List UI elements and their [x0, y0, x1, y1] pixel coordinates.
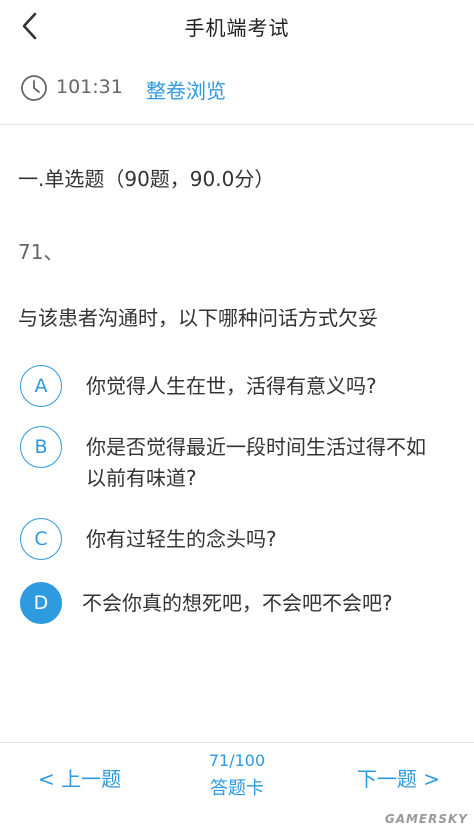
timer-bar: 101:31 整卷浏览 [0, 52, 474, 125]
option-d-text[interactable]: 不会你真的想死吧，不会吧不会吧? [82, 588, 438, 619]
clock-icon [21, 75, 47, 101]
header-bar: 手机端考试 [0, 0, 474, 52]
full-paper-preview-link[interactable]: 整卷浏览 [146, 75, 226, 104]
option-b-text[interactable]: 你是否觉得最近一段时间生活过得不如以前有味道? [86, 432, 442, 494]
option-b-letter[interactable]: B [20, 426, 62, 468]
section-title: 一.单选题（90题，90.0分） [18, 167, 275, 191]
next-question-button[interactable]: 下一题 > [357, 763, 440, 792]
option-a-text[interactable]: 你觉得人生在世，活得有意义吗? [86, 371, 442, 402]
footer-nav: < 上一题 71/100 答题卡 下一题 > GAMERSKY [0, 742, 474, 834]
page-title: 手机端考试 [184, 16, 290, 40]
watermark: GAMERSKY [384, 812, 468, 826]
option-c-letter[interactable]: C [20, 518, 62, 560]
option-a-letter[interactable]: A [20, 365, 62, 407]
countdown-timer: 101:31 [56, 76, 123, 98]
question-number: 71、 [18, 240, 64, 264]
option-c-text[interactable]: 你有过轻生的念头吗? [86, 524, 442, 555]
question-text: 与该患者沟通时，以下哪种问话方式欠妥 [18, 306, 378, 330]
option-d-letter[interactable]: D [20, 582, 62, 624]
